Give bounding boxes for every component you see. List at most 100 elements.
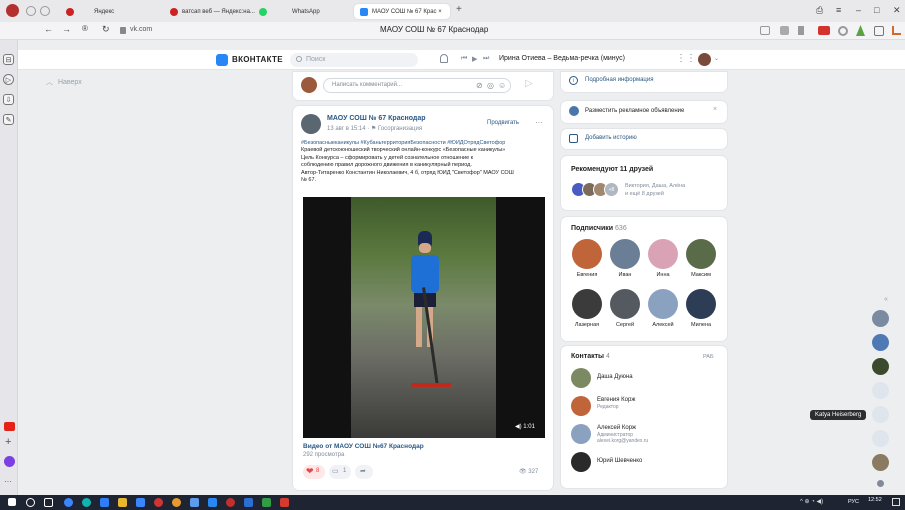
extension-icon-3[interactable] — [838, 26, 848, 36]
contact-name[interactable]: Даша Дуюна — [597, 374, 633, 380]
extension-icon-4[interactable] — [856, 25, 865, 36]
keyboard-layout[interactable]: РУС — [848, 499, 859, 505]
ad-link[interactable]: Разместить рекламное объявление — [585, 108, 684, 114]
reload-icon[interactable]: ↻ — [102, 24, 110, 35]
taskbar-app-13-icon[interactable] — [280, 498, 289, 507]
like-button[interactable]: ❤ 8 — [303, 465, 325, 479]
taskbar-app-8-icon[interactable] — [190, 498, 199, 507]
taskbar-app-7-icon[interactable] — [172, 498, 181, 507]
profile-avatar[interactable] — [698, 53, 711, 66]
address-text[interactable]: vk.com — [130, 26, 152, 33]
taskbar-app-4-icon[interactable] — [118, 498, 127, 507]
protect-icon[interactable]: ® — [82, 24, 88, 33]
post-hashtags[interactable]: #Безопасныеканикулы #КубаньтерриторияБез… — [301, 140, 549, 147]
recommend-extra[interactable]: и ещё 8 друзей — [625, 191, 664, 197]
contact-email[interactable]: alexei.korg@yandex.ru — [597, 438, 648, 444]
close-ad-icon[interactable]: × — [713, 106, 717, 113]
send-icon[interactable]: ▷ — [525, 78, 533, 89]
alice-icon[interactable] — [4, 456, 15, 467]
taskbar-app-5-icon[interactable] — [136, 498, 145, 507]
apps-grid-icon[interactable]: ⋮⋮ — [676, 53, 696, 64]
next-track-icon[interactable]: ⏭ — [483, 55, 489, 63]
volume-icon[interactable]: ◀) — [515, 424, 522, 430]
extension-icon-1[interactable] — [780, 26, 789, 35]
notifications-bell-icon[interactable] — [440, 54, 448, 63]
subscriber-avatar[interactable] — [686, 289, 716, 319]
subscribers-header[interactable]: Подписчики 636 — [571, 225, 627, 232]
subscriber-name[interactable]: Евгения — [569, 272, 605, 278]
forward-arrow-icon[interactable]: → — [62, 24, 71, 34]
vk-logo-icon[interactable] — [216, 54, 228, 66]
sidebar-downloads-icon[interactable]: ⇩ — [3, 94, 14, 105]
back-arrow-icon[interactable]: ← — [44, 24, 53, 34]
minimize-button[interactable]: – — [856, 5, 861, 15]
subscriber-avatar[interactable] — [648, 239, 678, 269]
start-icon[interactable] — [8, 498, 16, 506]
now-playing-text[interactable]: Ирина Отиева – Ведьма-речка (минус) — [499, 55, 625, 62]
contact-avatar[interactable] — [571, 368, 591, 388]
tab-yandex[interactable]: Яндекс — [60, 4, 162, 19]
subscriber-name[interactable]: Иван — [607, 272, 643, 278]
subscriber-name[interactable]: Милена — [683, 322, 719, 328]
post-author-avatar[interactable] — [301, 114, 321, 134]
contacts-edit-link[interactable]: РАБ — [703, 354, 714, 360]
chat-avatar-6[interactable] — [872, 430, 889, 447]
task-view-icon[interactable] — [44, 498, 53, 507]
contact-avatar[interactable] — [571, 452, 591, 472]
chat-avatar-5[interactable] — [872, 406, 889, 423]
subscriber-avatar[interactable] — [572, 239, 602, 269]
bookmark-icon[interactable] — [798, 26, 804, 35]
contacts-header[interactable]: Контакты 4 — [571, 353, 610, 360]
collapse-chats-icon[interactable]: « — [884, 296, 888, 303]
maximize-button[interactable]: □ — [874, 5, 879, 15]
subscriber-name[interactable]: Инна — [645, 272, 681, 278]
taskbar-app-1-icon[interactable] — [64, 498, 73, 507]
tab-whatsapp[interactable]: WhatsApp — [272, 4, 352, 19]
contact-name[interactable]: Алексей Корж — [597, 425, 636, 431]
add-panel-icon[interactable]: + — [5, 436, 11, 448]
post-more-icon[interactable]: ··· — [535, 118, 543, 127]
menu-icon[interactable]: ≡ — [836, 5, 841, 15]
post-author-name[interactable]: МАОУ СОШ № 67 Краснодар — [327, 115, 426, 122]
subscriber-avatar[interactable] — [686, 239, 716, 269]
emoji-icon[interactable]: ☺ — [498, 81, 506, 90]
profile-menu-chevron-icon[interactable]: ⌄ — [714, 55, 719, 62]
video-player[interactable]: ◀) 1:01 — [303, 197, 545, 438]
taskbar-app-10-icon[interactable] — [226, 498, 235, 507]
sidebar-notes-icon[interactable]: ✎ — [3, 114, 14, 125]
tab-list-icon[interactable] — [26, 6, 36, 16]
attach-icon[interactable]: ⊘ — [476, 81, 483, 90]
notification-center-icon[interactable] — [892, 498, 900, 506]
photo-icon[interactable]: ◎ — [487, 81, 494, 90]
info-link[interactable]: Подробная информация — [585, 77, 653, 83]
vk-search-box[interactable]: Поиск — [290, 53, 418, 67]
subscriber-avatar[interactable] — [648, 289, 678, 319]
taskbar-app-3-icon[interactable] — [100, 498, 109, 507]
prev-track-icon[interactable]: ⏮ — [461, 55, 467, 63]
taskbar-app-9-icon[interactable] — [208, 498, 217, 507]
chat-compose-icon[interactable] — [877, 480, 884, 487]
subscriber-name[interactable]: Лазерная — [569, 322, 605, 328]
back-to-top-link[interactable]: ︿ Наверх — [46, 77, 82, 87]
share-button[interactable]: ➦ — [355, 465, 373, 479]
taskbar-search-icon[interactable] — [26, 498, 35, 507]
tab-vk-active[interactable]: МАОУ СОШ № 67 Крас × — [354, 4, 450, 19]
tray-icons[interactable]: ^ ⊕ ◔ ◀) — [800, 498, 823, 505]
vk-logo-text[interactable]: ВКОНТАКТЕ — [232, 55, 283, 64]
recommend-names[interactable]: Виктория, Даша, Алёна — [625, 183, 685, 189]
taskbar-app-2-icon[interactable] — [82, 498, 91, 507]
taskbar-app-12-icon[interactable] — [262, 498, 271, 507]
close-window-button[interactable]: ✕ — [893, 5, 901, 16]
search-input[interactable]: Поиск — [306, 56, 325, 63]
sidebar-player-icon[interactable]: ▷ — [3, 74, 14, 85]
play-icon[interactable]: ▶ — [472, 55, 477, 63]
promote-button[interactable]: Продвигать — [487, 120, 519, 126]
extension-icon-2[interactable] — [818, 26, 830, 35]
clock[interactable]: 12:52 — [868, 497, 882, 503]
browser-logo-icon[interactable] — [6, 4, 19, 17]
bookmark-collection-icon[interactable]: ⎙ — [816, 5, 823, 16]
chat-avatar-2[interactable] — [872, 334, 889, 351]
contact-name[interactable]: Евгения Корж — [597, 397, 635, 403]
chat-avatar-4[interactable] — [872, 382, 889, 399]
sidebar-tabs-icon[interactable]: ⊟ — [3, 54, 14, 65]
